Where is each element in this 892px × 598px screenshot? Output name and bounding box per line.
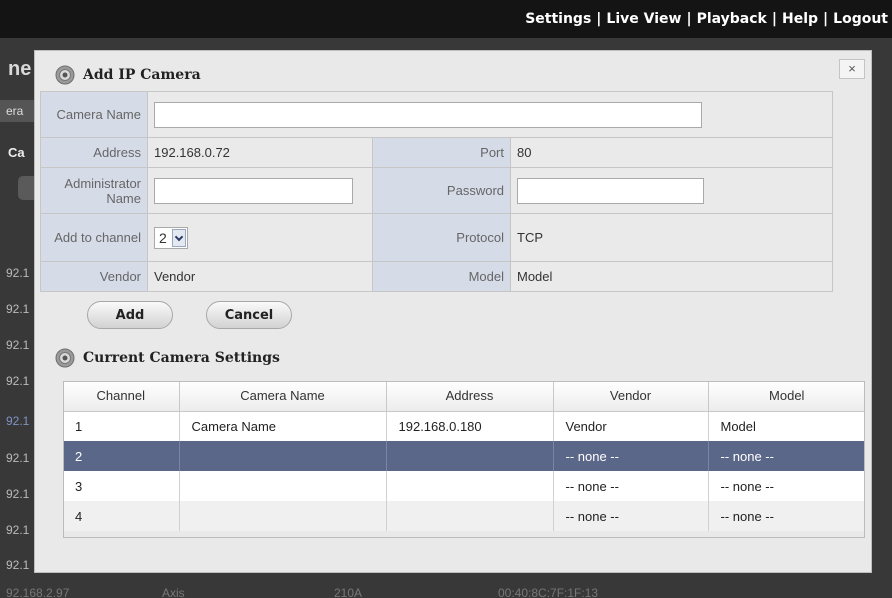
background-section-label: Ca (8, 145, 25, 160)
close-button[interactable]: × (839, 59, 865, 79)
table-row-selected[interactable]: 2 -- none -- -- none -- (63, 441, 865, 471)
camera-icon (55, 65, 75, 85)
nav-separator: | (686, 11, 692, 27)
camera-name-cell (147, 91, 833, 138)
model-value: Model (510, 261, 833, 292)
table-row[interactable]: 3 -- none -- -- none -- (63, 471, 865, 501)
administrator-name-cell (147, 167, 373, 214)
channel-select-value: 2 (159, 229, 167, 246)
protocol-value: TCP (510, 213, 833, 262)
channel-select[interactable]: 2 (154, 226, 188, 249)
camera-name-input[interactable] (154, 101, 702, 128)
cell-camera-name (178, 501, 386, 531)
address-label: Address (40, 137, 148, 168)
cell-camera-name: Camera Name (178, 411, 386, 441)
cell-camera-name (178, 471, 386, 501)
nav-separator: | (596, 11, 602, 27)
column-header-address[interactable]: Address (385, 381, 553, 412)
nav-playback-link[interactable]: Playback (697, 11, 767, 27)
background-bottom-model: 210A (334, 586, 363, 598)
cell-address (385, 471, 553, 501)
password-input[interactable] (517, 177, 704, 204)
table-row[interactable]: 1 Camera Name 192.168.0.180 Vendor Model (63, 411, 865, 441)
nav-settings-link[interactable]: Settings (525, 11, 591, 27)
port-value: 80 (510, 137, 833, 168)
chevron-down-icon[interactable] (172, 228, 186, 247)
cell-channel: 2 (63, 441, 179, 471)
background-bottom-address: 92.168.2.97 (6, 586, 70, 598)
top-bar: Settings | Live View | Playback | Help | Logout (0, 0, 892, 38)
cell-vendor: -- none -- (552, 441, 708, 471)
background-bottom-vendor: Axis (162, 586, 185, 598)
cell-address: 192.168.0.180 (385, 411, 553, 441)
dialog-title: Add IP Camera (83, 67, 201, 83)
port-label: Port (372, 137, 511, 168)
cancel-button[interactable]: Cancel (206, 301, 292, 329)
add-camera-form: Camera Name Address 192.168.0.72 Port 80… (40, 91, 833, 292)
camera-name-label: Camera Name (40, 91, 148, 138)
current-camera-table: Channel Camera Name Address Vendor Model… (63, 381, 865, 531)
nav-help-link[interactable]: Help (782, 11, 818, 27)
column-header-model[interactable]: Model (707, 381, 865, 412)
column-header-channel[interactable]: Channel (63, 381, 179, 412)
current-settings-title: Current Camera Settings (83, 350, 280, 366)
nav-separator: | (771, 11, 777, 27)
cell-model: -- none -- (707, 501, 865, 531)
table-row[interactable]: 4 -- none -- -- none -- (63, 501, 865, 531)
cell-vendor: -- none -- (552, 471, 708, 501)
cell-vendor: Vendor (552, 411, 708, 441)
nav-logout-link[interactable]: Logout (833, 11, 888, 27)
cell-vendor: -- none -- (552, 501, 708, 531)
cell-channel: 1 (63, 411, 179, 441)
background-bottom-row: 92.168.2.97 Axis 210A 00:40:8C:7F:1F:13 (0, 586, 892, 598)
cell-address (385, 501, 553, 531)
administrator-name-label: Administrator Name (40, 167, 148, 214)
cell-model: Model (707, 411, 865, 441)
protocol-label: Protocol (372, 213, 511, 262)
cell-channel: 3 (63, 471, 179, 501)
background-bottom-mac: 00:40:8C:7F:1F:13 (498, 586, 599, 598)
cell-channel: 4 (63, 501, 179, 531)
add-ip-camera-dialog: Add IP Camera × Camera Name Address 192.… (34, 50, 872, 573)
camera-icon (55, 348, 75, 368)
dialog-header: Add IP Camera (55, 65, 201, 85)
add-button[interactable]: Add (87, 301, 173, 329)
cell-camera-name (178, 441, 386, 471)
column-header-camera-name[interactable]: Camera Name (178, 381, 386, 412)
channel-cell: 2 (147, 213, 373, 262)
administrator-name-input[interactable] (154, 177, 353, 204)
column-header-vendor[interactable]: Vendor (552, 381, 708, 412)
cell-model: -- none -- (707, 471, 865, 501)
top-navigation: Settings | Live View | Playback | Help | Logout (525, 11, 888, 27)
nav-live-view-link[interactable]: Live View (606, 11, 681, 27)
current-settings-header: Current Camera Settings (55, 348, 280, 368)
nav-separator: | (823, 11, 829, 27)
background-page-title: ne (8, 58, 32, 80)
vendor-label: Vendor (40, 261, 148, 292)
address-value: 192.168.0.72 (147, 137, 373, 168)
cell-model: -- none -- (707, 441, 865, 471)
password-label: Password (372, 167, 511, 214)
add-to-channel-label: Add to channel (40, 213, 148, 262)
password-cell (510, 167, 833, 214)
table-header-row: Channel Camera Name Address Vendor Model (63, 381, 865, 412)
cell-address (385, 441, 553, 471)
model-label: Model (372, 261, 511, 292)
vendor-value: Vendor (147, 261, 373, 292)
